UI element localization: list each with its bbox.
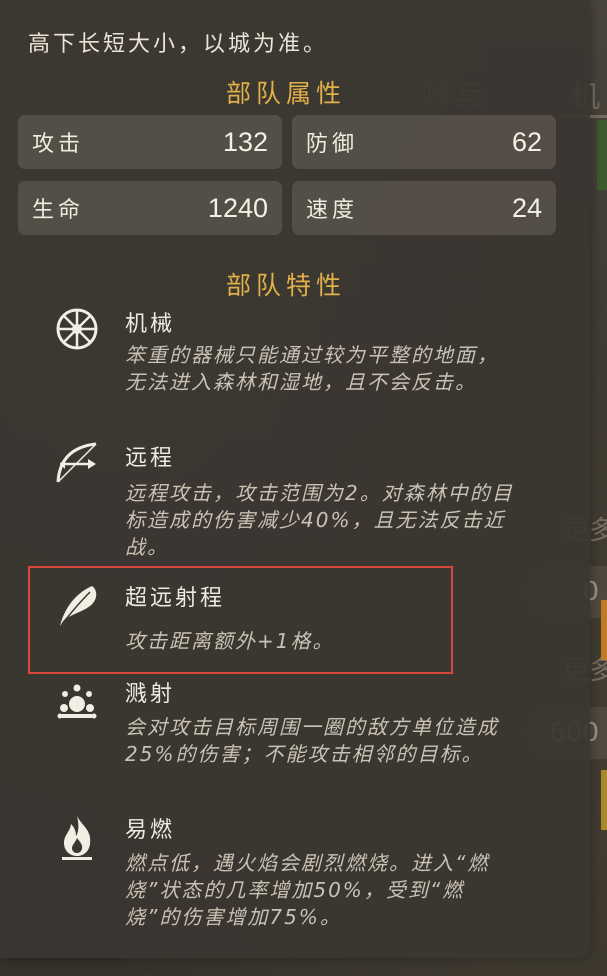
- trait-name: 溅射: [125, 682, 176, 707]
- stat-value: 24: [511, 192, 542, 223]
- stat-label: 速度: [306, 198, 359, 223]
- traits-title: 部队特性: [225, 271, 346, 300]
- unit-tooltip: 高下长短大小，以城为准。 部队属性 攻击 132 防御 62 生命 1240 速…: [0, 0, 590, 958]
- stat-label: 生命: [32, 198, 85, 223]
- unit-intro-text: 高下长短大小，以城为准。: [28, 32, 329, 57]
- stat-value: 132: [222, 126, 268, 157]
- stat-label: 防御: [306, 132, 359, 157]
- trait-name: 远程: [125, 446, 176, 471]
- stat-health: 生命 1240: [18, 181, 282, 235]
- trait-description: 远程攻击，攻击范围为2。对森林中的目标造成的伤害减少40%，且无法反击近战。: [125, 481, 514, 559]
- highlight-box: [28, 566, 453, 674]
- bow-icon: [52, 438, 102, 488]
- stat-defense: 防御 62: [292, 115, 556, 169]
- stat-speed: 速度 24: [292, 181, 556, 235]
- background-orange-strip: [601, 600, 607, 660]
- wheel-icon: [52, 304, 102, 354]
- trait-name: 易燃: [125, 818, 176, 843]
- trait-description: 笨重的器械只能通过较为平整的地面，无法进入森林和湿地，且不会反击。: [125, 343, 499, 394]
- stat-attack: 攻击 132: [18, 115, 282, 169]
- fire-icon: [52, 812, 102, 862]
- splash-icon: [52, 674, 102, 724]
- trait-description: 燃点低，遇火焰会剧烈燃烧。进入“燃烧”状态的几率增加50%，受到“燃烧”的伤害增…: [125, 851, 490, 929]
- background-gold-strip: [601, 770, 607, 830]
- trait-name: 机械: [125, 312, 176, 337]
- stat-value: 1240: [207, 192, 268, 223]
- stat-label: 攻击: [32, 132, 85, 157]
- stat-value: 62: [511, 126, 542, 157]
- attributes-title: 部队属性: [225, 79, 346, 108]
- background-green-bar: [597, 120, 607, 190]
- trait-description: 会对攻击目标周围一圈的敌方单位造成25%的伤害；不能攻击相邻的目标。: [125, 715, 499, 766]
